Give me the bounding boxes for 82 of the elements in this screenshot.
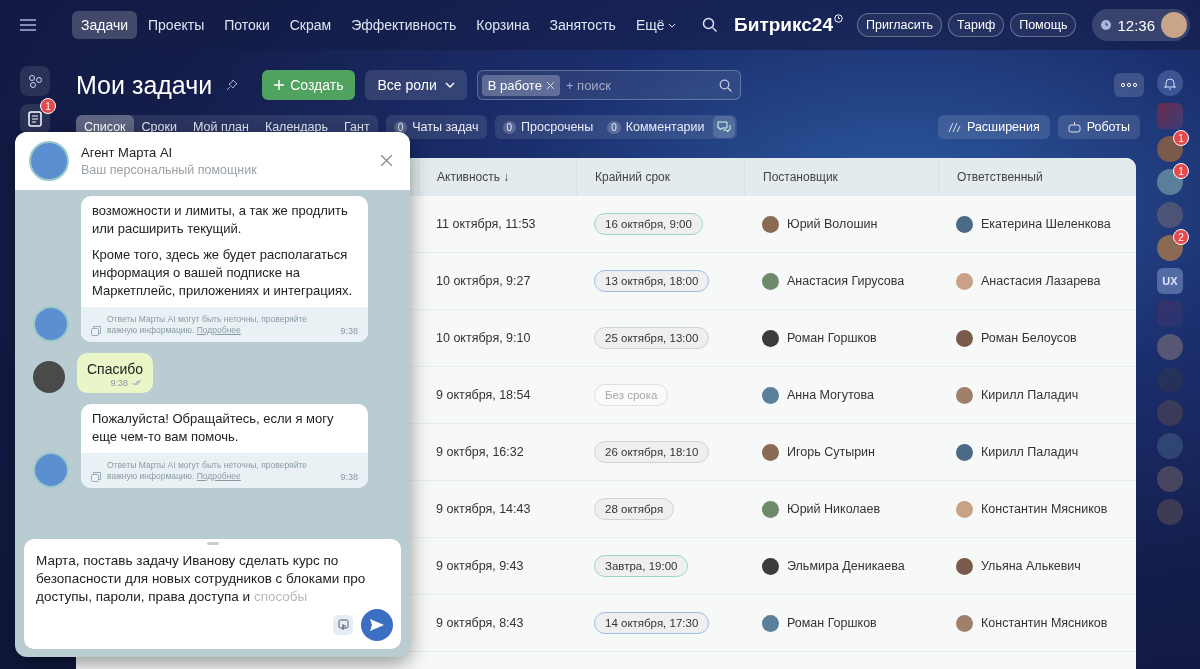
- nav-tab[interactable]: Эффективность: [342, 11, 466, 39]
- table-cell: 10 октября, 9:10: [436, 331, 531, 345]
- table-cell: 9 октбря, 16:32: [436, 445, 524, 459]
- disclaimer-text: Ответы Марты AI могут быть неточны, проверяйте важную информацию. Подробнее: [107, 314, 308, 336]
- person-name[interactable]: Роман Горшков: [787, 616, 877, 630]
- view-tab[interactable]: Календарь: [256, 115, 336, 139]
- person-name[interactable]: Юрий Николаев: [787, 502, 881, 516]
- table-cell: 9 октября, 8:43: [436, 616, 524, 630]
- nav-tab[interactable]: Скрам: [280, 11, 341, 39]
- notification-badge: 2: [1173, 229, 1189, 245]
- deadline-tag[interactable]: 26 октября, 18:10: [594, 441, 710, 463]
- chat-subtitle: Ваш персональный помощник: [81, 163, 258, 177]
- message-text: возможности и лимиты, а так же продлить или расширить текущий.: [92, 202, 349, 238]
- message-text: Пожалуйста! Обращайтесь, если я могу еще чем-то вам помочь.: [92, 410, 335, 446]
- disclaimer-text: Ответы Марты AI могут быть неточны, проверяйте важную информацию. Подробнее: [107, 460, 308, 482]
- header-button[interactable]: Помощь: [1010, 13, 1077, 37]
- logo-text: Битрикс24: [734, 14, 833, 36]
- view-tab[interactable]: Мой план: [185, 115, 257, 139]
- person-name[interactable]: Роман Горшков: [787, 331, 877, 345]
- person-name[interactable]: Эльмира Деникаева: [787, 559, 905, 573]
- person-name[interactable]: Роман Белоусов: [981, 331, 1077, 345]
- nav-tab[interactable]: Проекты: [139, 11, 214, 39]
- deadline-tag[interactable]: 28 октября: [594, 498, 675, 520]
- person-name[interactable]: Анастасия Лазарева: [981, 274, 1101, 288]
- view-tab[interactable]: Сроки: [133, 115, 185, 139]
- person-name[interactable]: Анастасия Гирусова: [787, 274, 905, 288]
- nav-tab[interactable]: Занятость: [540, 11, 625, 39]
- column-header[interactable]: Активность ↓: [437, 170, 510, 184]
- view-tab[interactable]: Гант: [335, 115, 378, 139]
- notification-badge: 1: [1173, 130, 1189, 146]
- deadline-tag[interactable]: Завтра, 19:00: [594, 555, 689, 577]
- counter-badge: 0: [607, 120, 621, 134]
- deadline-tag[interactable]: 13 октября, 18:00: [594, 270, 710, 292]
- counter-badge: 0: [393, 120, 408, 134]
- person-name[interactable]: Кирилл Паладич: [981, 388, 1079, 402]
- deadline-tag[interactable]: 25 октября, 13:00: [594, 327, 710, 349]
- deadline-tag[interactable]: 16 октября, 9:00: [594, 213, 703, 235]
- message-time: 9:38: [340, 472, 358, 482]
- message-text: Кроме того, здесь же будет располагаться информация о вашей подписке на Маркетплейс, приложениях и интеграциях.: [92, 246, 354, 300]
- message-input[interactable]: Марта, поставь задачу Иванову сделать курс по безопасности для новых сотрудников с блоками про доступы, пароли, права доступа и способы: [24, 539, 401, 649]
- nav-tab[interactable]: Ещё: [626, 11, 685, 39]
- counter-filter[interactable]: 0 Просрочены: [496, 120, 600, 134]
- person-name[interactable]: Ульяна Алькевич: [981, 559, 1081, 573]
- table-cell: 9 октября, 14:43: [436, 502, 531, 516]
- person-name[interactable]: Игорь Сутырин: [787, 445, 875, 459]
- table-cell: 9 октября, 18:54: [436, 388, 531, 402]
- filter-chip[interactable]: В работе: [481, 74, 560, 96]
- table-cell: 10 октября, 9:27: [436, 274, 531, 288]
- notification-badge: 1: [40, 98, 56, 114]
- search-placeholder: + поиск: [565, 77, 612, 93]
- deadline-tag[interactable]: 14 октября, 17:30: [594, 612, 710, 634]
- chat-title: Агент Марта AI: [81, 145, 174, 160]
- person-name[interactable]: Юрий Волошин: [787, 217, 878, 231]
- message-time: 9:38: [340, 326, 358, 336]
- column-header[interactable]: Крайний срок: [595, 170, 670, 184]
- column-header[interactable]: Постановщик: [763, 170, 838, 184]
- counter-filter[interactable]: 0 Комментарии: [601, 120, 711, 134]
- table-cell: 9 октября, 9:43: [436, 559, 524, 573]
- message-text: Спасибо: [87, 360, 144, 378]
- nav-tab[interactable]: Корзина: [467, 11, 539, 39]
- message-text: Марта, поставь задачу Иванову сделать курс по безопасности для новых сотрудников с блоками про доступы, пароли, права доступа и способы: [35, 552, 367, 606]
- column-header[interactable]: Ответственный: [957, 170, 1043, 184]
- header-button[interactable]: Тариф: [947, 13, 1005, 37]
- counter-badge: 0: [502, 120, 517, 134]
- nav-tab[interactable]: Задачи: [72, 11, 137, 39]
- toolbar-button[interactable]: Расширения: [938, 115, 1050, 139]
- person-name[interactable]: Екатерина Шеленкова: [981, 217, 1111, 231]
- notification-badge: 1: [1173, 163, 1189, 179]
- page-title: Мои задачи: [76, 70, 213, 100]
- nav-tab[interactable]: Потоки: [215, 11, 279, 39]
- time-widget[interactable]: 12:36: [1092, 9, 1190, 41]
- roles-dropdown[interactable]: Все роли: [365, 70, 467, 100]
- person-name[interactable]: Константин Мясников: [981, 616, 1108, 630]
- chat-thumbnail[interactable]: UX: [1157, 268, 1183, 294]
- toolbar-button[interactable]: Роботы: [1057, 115, 1140, 139]
- message-time: 9:38: [110, 378, 129, 388]
- person-name[interactable]: Константин Мясников: [981, 502, 1108, 516]
- table-cell: 11 октября, 11:53: [436, 217, 536, 231]
- header-button[interactable]: Пригласить: [857, 13, 942, 37]
- person-name[interactable]: Анна Могутова: [787, 388, 874, 402]
- search-field[interactable]: В работе + поиск: [476, 70, 741, 100]
- person-name[interactable]: Кирилл Паладич: [981, 445, 1079, 459]
